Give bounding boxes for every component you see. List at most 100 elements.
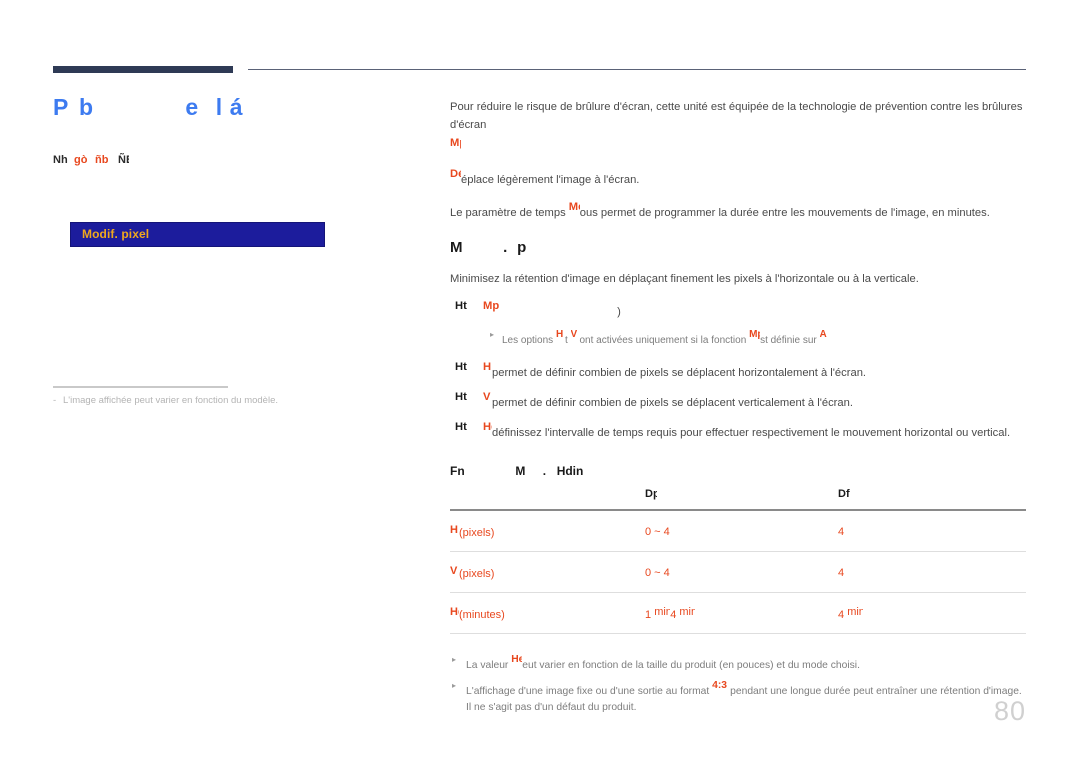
footnote-2-post: pendant une longue durée peut entraîner … (730, 686, 1022, 697)
left-column: Pb e lá Nhgòñb ÑE (53, 92, 393, 167)
intro-p3-token: Mo (568, 201, 580, 213)
left-footnote-text: L'image affichée peut varier en fonction… (63, 395, 278, 406)
intro-p1-text: Pour réduire le risque de brûlure d'écra… (450, 101, 1023, 131)
breadcrumb-arrow-icon: gò (74, 154, 88, 167)
option-marker: Ht (455, 421, 467, 433)
available-time-pre: 1 (645, 609, 652, 621)
right-column: Pour réduire le risque de brûlure d'écra… (450, 98, 1026, 720)
section-heading-part-1: M (450, 239, 463, 256)
page-title-part-2: b (79, 94, 93, 120)
inline-note-token-on: A (819, 329, 827, 340)
left-footnote: - L'image affichée peut varier en fonctio… (53, 394, 383, 407)
page-number: 80 (993, 696, 1026, 726)
option-text-pixel-shift: ) (617, 306, 621, 318)
intro-p3-post: ous permet de programmer la durée entre … (579, 207, 990, 219)
footnote-2-line2: Il ne s'agit pas d'un défaut du produit. (466, 702, 637, 713)
option-item-pixel-shift: Ht MpAA ) (450, 297, 1026, 321)
left-footnote-dash: - (53, 395, 57, 406)
table-header-default-token: Df (838, 488, 850, 500)
table-cell-default-v: 4 (838, 551, 1026, 593)
inline-note-mid3: st définie sur (760, 335, 817, 346)
inline-note-h-v: ▸ Les options Ht Vont activées uniquement… (450, 327, 1026, 349)
intro-paragraph-2: Dééplace légèrement l'image à l'écran. (450, 165, 1026, 189)
section-heading-pixel-shift: M . p (450, 239, 1026, 259)
table-row: V (pixels) 0 ~ 4 4 (450, 551, 1026, 593)
table-header-available-token: Dp (645, 488, 657, 500)
table-header-empty (450, 486, 645, 511)
table-caption: Fn M . Hdin (450, 464, 1026, 480)
table-caption-part-3: . (542, 464, 547, 478)
footnote-2-pre: L'affichage d'une image fixe ou d'une so… (466, 686, 710, 697)
table-caption-part-4: Hdin (556, 464, 583, 478)
osd-item-pixel-shift[interactable]: Modif. pixel (82, 227, 149, 241)
row-unit-v: (pixels) (459, 568, 495, 580)
table-caption-part-1: Fn (450, 464, 464, 478)
option-list: Ht MpAA ) ▸ Les options Ht Vont activées u… (450, 297, 1026, 442)
option-text-time: définissez l'intervalle de temps requis … (492, 427, 1011, 439)
option-token-v: V (483, 391, 491, 403)
row-token-v: V (450, 565, 458, 577)
table-header-default: Df (838, 486, 1026, 511)
intro-paragraph-1: Pour réduire le risque de brûlure d'écra… (450, 98, 1026, 158)
option-token-time: He (483, 421, 492, 433)
pixel-shift-spec-table: Dp Df H(pixels) 0 ~ 4 4 V(pixels) 0 ~ 4 … (450, 486, 1026, 634)
option-token-pixel-shift: MpAA (483, 300, 499, 312)
row-token-time: He (450, 606, 459, 618)
footnote-1-post: eut varier en fonction de la taille du p… (522, 660, 860, 671)
breadcrumb-enter[interactable]: ÑE (118, 153, 129, 167)
page-title-part-5: á (229, 94, 243, 120)
footnote-2-ratio: 4:3 (712, 680, 728, 691)
inline-note-token-v: V (570, 329, 578, 340)
option-token-h: H (483, 361, 492, 373)
triangle-bullet-icon: ▸ (490, 330, 495, 339)
breadcrumb-menu[interactable]: Nh (53, 153, 68, 167)
available-time-unit-2: min (679, 606, 696, 618)
table-cell-available-v: 0 ~ 4 (645, 551, 838, 593)
header-rule-thick (53, 66, 233, 73)
table-caption-part-2: M (515, 464, 526, 478)
footnote-1-token: He (511, 654, 523, 665)
table-cell-available-time: 1 min4 min (645, 592, 838, 634)
footnote-1-pre: La valeur (466, 660, 509, 671)
triangle-bullet-icon: ▸ (452, 655, 457, 664)
option-marker: Ht (455, 361, 467, 373)
table-cell-available-h: 0 ~ 4 (645, 510, 838, 552)
page-title-part-3: e (185, 94, 199, 120)
left-note-divider (53, 386, 228, 388)
option-marker: Ht (455, 391, 467, 403)
page-title-part-1: P (53, 94, 69, 120)
breadcrumb-system[interactable]: ñb (95, 153, 112, 167)
table-cell-default-h: 4 (838, 510, 1026, 552)
inline-note-mid2: ont activées uniquement si la fonction (579, 335, 747, 346)
footnote-item-1: ▸ La valeur Heeut varier en fonction de l… (450, 652, 1026, 674)
inline-note-token-h: H (555, 329, 564, 340)
triangle-bullet-icon: ▸ (452, 681, 457, 690)
table-cell-label-h: H(pixels) (450, 510, 645, 552)
intro-p3-pre: Le paramètre de temps (450, 207, 566, 219)
option-text-h: permet de définir combien de pixels se d… (492, 367, 867, 379)
default-time-pre: 4 (838, 609, 845, 621)
option-item-h: Ht Hpermet de définir combien de pixels s… (450, 358, 1026, 382)
section-heading-part-3: p (517, 239, 527, 256)
footnote-list: ▸ La valeur Heeut varier en fonction de l… (450, 652, 1026, 716)
option-item-v: Ht Vpermet de définir combien de pixels s… (450, 388, 1026, 412)
section-heading-part-2: . (503, 239, 508, 256)
footnote-item-2: ▸ L'affichage d'une image fixe ou d'une s… (450, 678, 1026, 716)
section-lead-text: Minimisez la rétention d'image en déplaç… (450, 273, 919, 285)
row-token-h: H (450, 524, 458, 536)
row-unit-time: (minutes) (459, 609, 505, 621)
header-rule-thin (248, 69, 1026, 70)
breadcrumb: Nhgòñb ÑE (53, 153, 393, 167)
table-cell-label-time: He(minutes) (450, 592, 645, 634)
inline-note-pre: Les options (502, 335, 554, 346)
table-cell-default-time: 4 min (838, 592, 1026, 634)
page-title-part-4: l (215, 94, 223, 120)
table-row: He(minutes) 1 min4 min 4 min (450, 592, 1026, 634)
table-cell-label-v: V (pixels) (450, 551, 645, 593)
osd-menu-panel[interactable]: Modif. pixel (70, 222, 325, 247)
available-time-unit-1: min (654, 606, 671, 618)
option-marker: Ht (455, 300, 467, 312)
page-title: Pb e lá (53, 92, 393, 129)
default-time-unit: min (847, 606, 864, 618)
inline-note-token-pixel-shift: Mp (749, 329, 760, 340)
